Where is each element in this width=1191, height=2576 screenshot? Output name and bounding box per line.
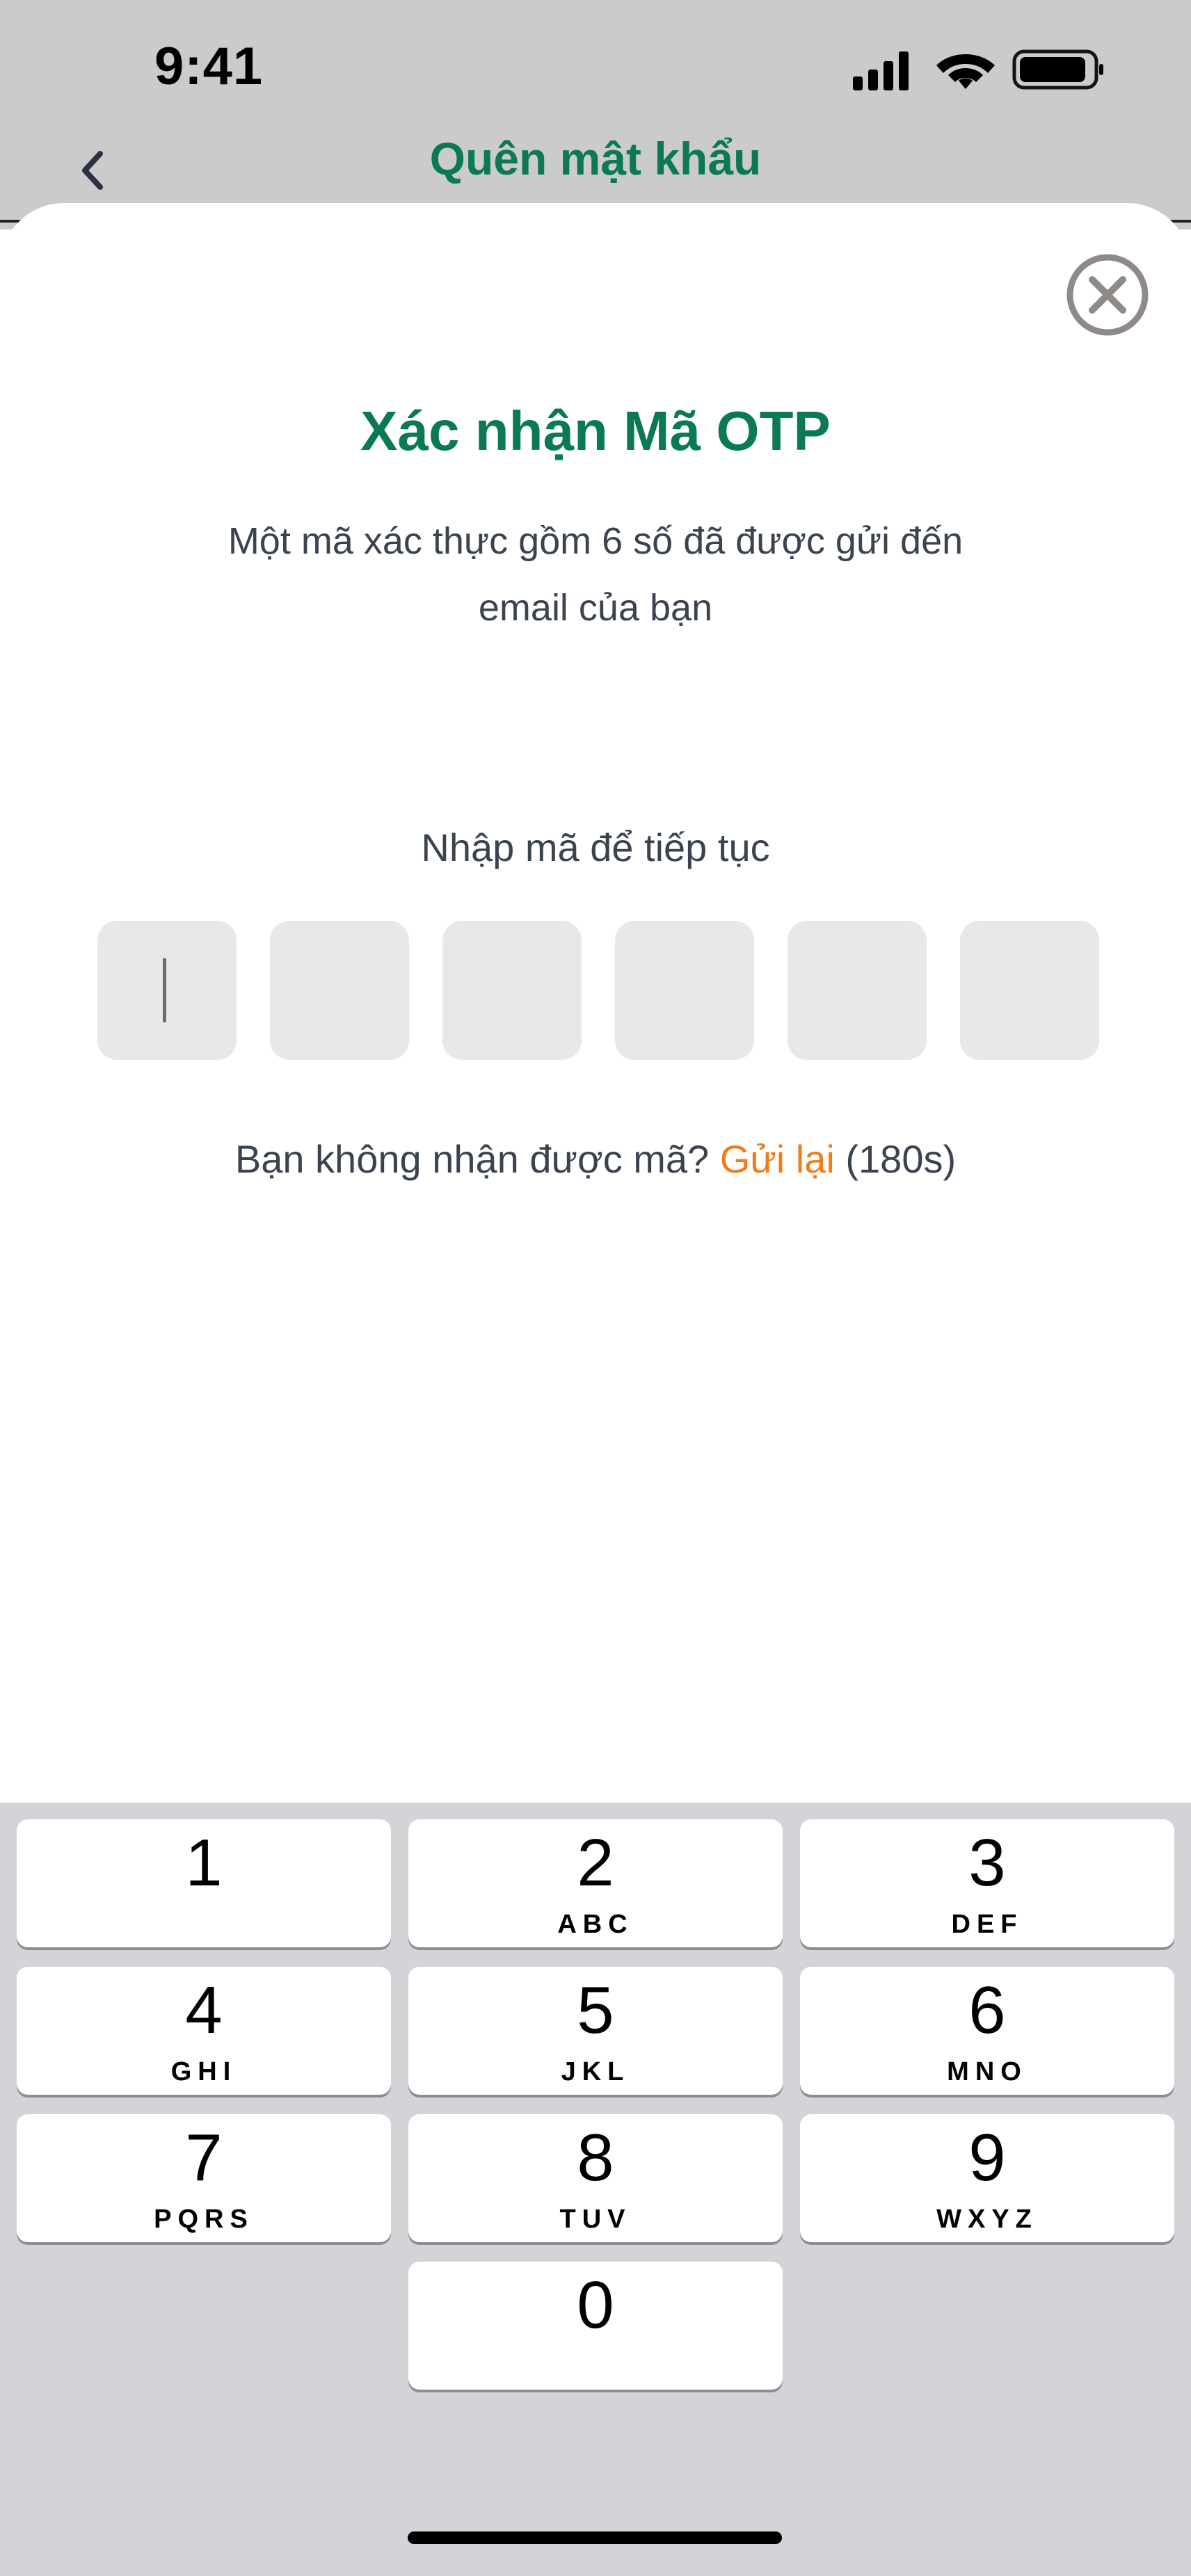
key-5[interactable]: 5 JKL — [408, 1967, 783, 2095]
key-letters: ABC — [557, 1910, 634, 1939]
description-line-1: Một mã xác thực gồm 6 số đã được gửi đến — [227, 520, 964, 562]
close-button[interactable] — [1064, 252, 1151, 338]
otp-digit-1[interactable] — [97, 921, 237, 1060]
key-digit: 1 — [185, 1826, 223, 1900]
key-digit: 7 — [185, 2120, 223, 2195]
otp-input-row — [97, 921, 1099, 1060]
key-4[interactable]: 4 GHI — [17, 1967, 391, 2095]
wifi-icon — [936, 54, 995, 89]
key-letters: DEF — [951, 1910, 1023, 1939]
resend-prompt: Bạn không nhận được mã? — [234, 1137, 720, 1181]
key-letters: TUV — [559, 2205, 632, 2234]
key-letters: PQRS — [154, 2205, 254, 2234]
key-digit: 5 — [577, 1973, 614, 2047]
key-9[interactable]: 9 WXYZ — [800, 2114, 1174, 2242]
otp-digit-5[interactable] — [788, 921, 927, 1060]
key-digit: 3 — [968, 1826, 1006, 1900]
key-letters: MNO — [947, 2057, 1028, 2086]
key-8[interactable]: 8 TUV — [408, 2114, 783, 2242]
battery-icon — [1012, 49, 1103, 90]
sheet-description: Một mã xác thực gồm 6 số đã được gửi đến… — [178, 508, 1013, 641]
sheet-title: Xác nhận Mã OTP — [360, 400, 831, 462]
resend-row: Bạn không nhận được mã? Gửi lại (180s) — [0, 1136, 1191, 1182]
key-0[interactable]: 0 — [408, 2262, 783, 2390]
key-digit: 6 — [968, 1973, 1006, 2047]
status-bar: 9:41 — [0, 0, 1191, 139]
text-cursor — [163, 958, 166, 1022]
key-7[interactable]: 7 PQRS — [17, 2114, 391, 2242]
key-2[interactable]: 2 ABC — [408, 1819, 783, 1947]
otp-label: Nhập mã để tiếp tục — [421, 826, 770, 869]
status-time: 9:41 — [154, 37, 264, 96]
key-digit: 9 — [968, 2120, 1006, 2195]
status-icons — [853, 49, 1103, 90]
key-letters: WXYZ — [936, 2205, 1038, 2234]
key-letters: JKL — [561, 2057, 630, 2086]
description-line-2: email của bạn — [478, 587, 713, 629]
key-letters: GHI — [170, 2057, 237, 2086]
key-digit: 0 — [577, 2268, 614, 2342]
resend-timer: (180s) — [834, 1137, 957, 1181]
key-digit: 4 — [185, 1973, 223, 2047]
key-6[interactable]: 6 MNO — [800, 1967, 1174, 2095]
resend-link[interactable]: Gửi lại — [720, 1137, 835, 1181]
key-1[interactable]: 1 — [17, 1819, 391, 1947]
otp-digit-2[interactable] — [270, 921, 409, 1060]
nav-title: Quên mật khẩu — [429, 133, 762, 184]
key-3[interactable]: 3 DEF — [800, 1819, 1174, 1947]
home-indicator[interactable] — [408, 2531, 782, 2544]
close-circle-icon — [1066, 254, 1149, 336]
otp-digit-4[interactable] — [615, 921, 754, 1060]
key-digit: 2 — [577, 1826, 614, 1900]
otp-digit-3[interactable] — [442, 921, 582, 1060]
key-digit: 8 — [577, 2120, 614, 2195]
cellular-signal-icon — [853, 51, 909, 90]
otp-digit-6[interactable] — [960, 921, 1099, 1060]
